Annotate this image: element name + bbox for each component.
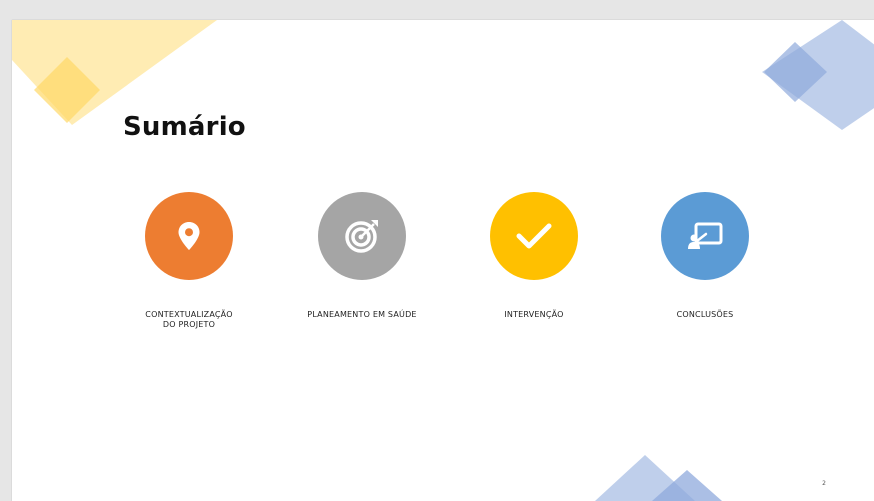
circle-intervention (490, 192, 578, 280)
slide-page-number: 2 (822, 480, 826, 487)
circle-planning (318, 192, 406, 280)
summary-item-label: INTERVENÇÃO (504, 310, 564, 319)
summary-item-conclusions[interactable]: CONCLUSÕES (615, 192, 795, 320)
summary-item-label: PLANEAMENTO EM SAÚDE (307, 310, 417, 319)
summary-item-label: CONCLUSÕES (676, 310, 734, 319)
circle-context (145, 192, 233, 280)
deco-yellow-triangle (12, 20, 217, 125)
location-pin-icon (178, 222, 200, 250)
summary-item-context[interactable]: CONTEXTUALIZAÇÃO DO PROJETO (99, 192, 279, 330)
presentation-board-icon (688, 222, 723, 249)
slide-canvas[interactable]: Sumário CONTEXTUALIZAÇÃO DO PROJETO PLAN… (12, 20, 874, 501)
summary-item-label: CONTEXTUALIZAÇÃO DO PROJETO (145, 310, 233, 329)
summary-item-planning[interactable]: PLANEAMENTO EM SAÚDE (272, 192, 452, 320)
presentation-workspace: Sumário CONTEXTUALIZAÇÃO DO PROJETO PLAN… (0, 0, 874, 501)
checkmark-icon (516, 223, 552, 249)
target-icon (345, 220, 378, 253)
summary-item-intervention[interactable]: INTERVENÇÃO (444, 192, 624, 320)
slide-title[interactable]: Sumário (123, 112, 246, 142)
circle-conclusions (661, 192, 749, 280)
